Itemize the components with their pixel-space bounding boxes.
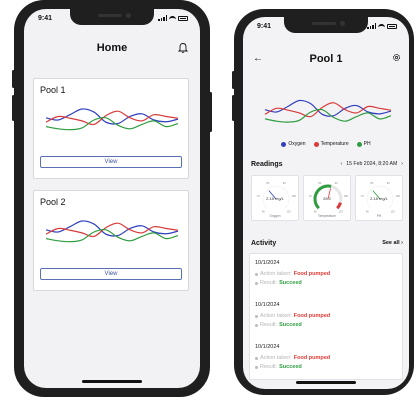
reading-value: 2.18 mg/L [266,196,284,201]
view-button[interactable]: View [40,268,182,280]
activity-action-key: Action taken: [260,271,292,277]
activity-date: 10/1/2024 [255,260,280,266]
legend-item: Temperature [313,141,349,147]
activity-item[interactable]: 10/1/2024 Action taken: Food pumped Resul… [255,302,330,328]
date-navigator: ‹ 15 Feb 2024, 8:20 AM › [340,161,403,167]
volume-button [232,71,235,89]
activity-date: 10/1/2024 [255,302,280,308]
home-screen: 9:41 Home Pool 1 View Pool 2 View [24,9,200,388]
page-title: Home [96,42,128,54]
reading-card-temperature[interactable]: 60 70 80 90 100 110 26.2 Temperature [303,175,351,221]
date-range: 15 Feb 2024, 8:20 AM [346,161,398,167]
bullet-icon [255,314,258,318]
pool-card[interactable]: Pool 2 View [33,190,189,291]
pool-chart [45,220,179,243]
signal-icon [367,23,376,29]
activity-result-value: Succeed [279,280,302,286]
reading-label: Temperature [318,214,336,218]
chart-legend: Oxygen Temperature PH [243,141,409,147]
readings-title: Readings [251,161,283,168]
gauge-tick-label: 90 [283,181,286,185]
activity-action-value: Food pumped [293,355,331,361]
phone-home: 9:41 Home Pool 1 View Pool 2 View [12,0,212,397]
signal-icon [158,15,167,21]
home-indicator [296,381,356,384]
reading-card-oxygen[interactable]: 60 70 80 90 100 110 2.18 mg/L Oxygen [251,175,299,221]
bell-icon[interactable] [178,42,188,53]
activity-item[interactable]: 10/1/2024 Action taken: Food pumped Resul… [255,260,330,286]
legend-item: Oxygen [281,141,306,147]
wifi-icon [169,16,176,21]
battery-icon [387,24,397,29]
gauge-tick-label: 90 [387,181,390,185]
detail-screen: 9:41 ← Pool 1 Oxygen Temperature PH Read… [243,17,409,389]
activity-list: 10/1/2024 Action taken: Food pumped Resul… [249,253,403,380]
legend-item: PH [356,141,371,147]
bullet-icon [255,323,258,327]
activity-action-key: Action taken: [260,355,292,361]
chevron-right-icon: › [401,240,403,246]
see-all-label: See all [382,240,400,246]
wifi-icon [378,24,385,29]
status-icons [367,23,397,29]
activity-title: Activity [251,240,277,247]
status-icons [158,15,188,21]
battery-icon [178,16,188,21]
gauge-tick-label: 80 [318,181,321,185]
see-all-link[interactable]: See all › [382,240,403,246]
legend-dot [281,141,287,147]
pool-name: Pool 2 [40,197,66,207]
power-button [209,92,212,132]
reading-card-ph[interactable]: 60 70 80 90 100 110 2.18 mg/L PH [355,175,403,221]
pool-chart [45,108,179,131]
activity-result-key: Result: [260,280,278,286]
pool-name: Pool 1 [40,85,66,95]
activity-item[interactable]: 10/1/2024 Action taken: Food pumped Resul… [255,344,330,370]
reading-label: Oxygen [269,214,281,218]
volume-button [12,95,15,121]
volume-button [12,70,15,88]
reading-label: PH [376,214,382,218]
gauge-tick-label: 80 [266,181,269,185]
pool-card[interactable]: Pool 1 View [33,78,189,179]
chevron-left-icon[interactable]: ‹ [340,161,342,167]
volume-button [232,95,235,121]
view-button[interactable]: View [40,156,182,168]
legend-dot [356,141,362,147]
notch [70,9,154,25]
pool-chart [264,99,392,123]
activity-action-value: Food pumped [293,271,331,277]
bullet-icon [255,281,258,285]
notch [284,17,368,33]
activity-result-value: Succeed [279,364,302,370]
gauge-tick-label: 80 [370,181,373,185]
legend-label: Oxygen [288,141,306,147]
gauge-warning-arc [336,202,342,210]
activity-result-value: Succeed [279,322,302,328]
activity-result-key: Result: [260,322,278,328]
gauge-tick-label: 90 [335,181,338,185]
bullet-icon [255,356,258,360]
legend-label: Temperature [320,141,349,147]
reading-value: 26.2 [323,196,331,201]
activity-action-key: Action taken: [260,313,292,319]
legend-dot [313,141,319,147]
home-indicator [82,380,142,383]
chevron-right-icon[interactable]: › [401,161,403,167]
status-time: 9:41 [38,15,53,22]
gear-icon[interactable] [392,53,401,62]
phone-detail: 9:41 ← Pool 1 Oxygen Temperature PH Read… [232,9,414,395]
reading-value: 2.18 mg/L [370,196,388,201]
activity-action-value: Food pumped [293,313,331,319]
page-title: Pool 1 [309,53,343,65]
bullet-icon [255,272,258,276]
bullet-icon [255,365,258,369]
activity-result-key: Result: [260,364,278,370]
status-time: 9:41 [257,23,272,30]
activity-date: 10/1/2024 [255,344,280,350]
legend-label: PH [363,141,371,147]
